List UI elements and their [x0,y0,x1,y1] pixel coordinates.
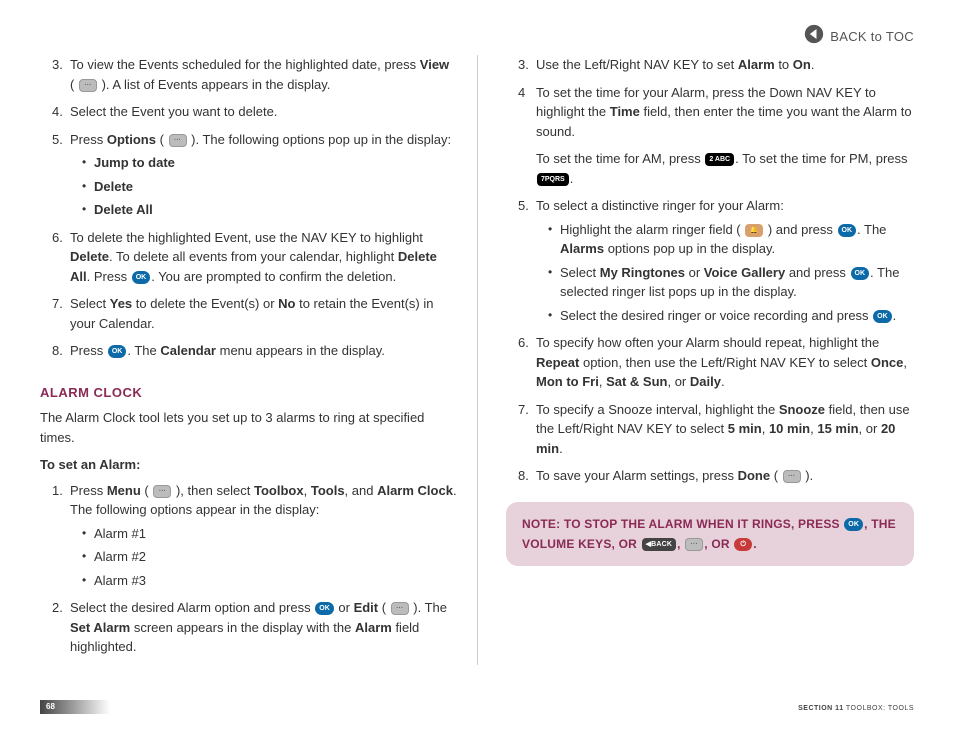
--key-icon: ··· [79,79,97,92]
alarm-steps-cont: 3.Use the Left/Right NAV KEY to set Alar… [506,55,914,486]
back-arrow-icon [804,24,824,50]
list-item: Alarm #3 [84,571,457,591]
--key-icon: ··· [783,470,801,483]
7pqrs-key-icon: 7PQRS [537,173,569,186]
--key-icon: ··· [169,134,187,147]
section-title-alarm-clock: ALARM CLOCK [40,383,457,403]
step: 7.Select Yes to delete the Event(s) or N… [58,294,457,333]
step: 3.To view the Events scheduled for the h… [58,55,457,94]
list-item: Select the desired ringer or voice recor… [550,306,914,326]
ok-key-icon: OK [315,602,334,615]
ok-key-icon: OK [873,310,892,323]
calendar-steps: 3.To view the Events scheduled for the h… [40,55,457,361]
footer-section: SECTION 11 TOOLBOX: TOOLS [798,704,914,715]
2-abc-key-icon: 2 ABC [705,153,734,166]
list-item: Delete [84,177,457,197]
step: 6.To specify how often your Alarm should… [524,333,914,392]
ok-key-icon: OK [844,518,863,531]
-back-key-icon: ◀BACK [642,538,677,551]
list-item: Alarm #1 [84,524,457,544]
step: 4To set the time for your Alarm, press t… [524,83,914,189]
list-item: Select My Ringtones or Voice Gallery and… [550,263,914,302]
left-column: 3.To view the Events scheduled for the h… [40,55,477,665]
step: 5.Press Options ( ··· ). The following o… [58,130,457,220]
step: 6.To delete the highlighted Event, use t… [58,228,457,287]
ok-key-icon: OK [108,345,127,358]
step: 7.To specify a Snooze interval, highligh… [524,400,914,459]
alarm-set-steps: 1.Press Menu ( ··· ), then select Toolbo… [40,481,457,657]
list-item: Jump to date [84,153,457,173]
right-column: 3.Use the Left/Right NAV KEY to set Alar… [477,55,914,665]
back-to-toc-link[interactable]: BACK to TOC [804,24,914,50]
subhead-set-alarm: To set an Alarm: [40,455,457,475]
page-columns: 3.To view the Events scheduled for the h… [0,0,954,665]
list-item: Highlight the alarm ringer field ( 🔔 ) a… [550,220,914,259]
--key-icon: 🔔 [745,224,763,237]
ok-key-icon: OK [851,267,870,280]
page-number: 68 [46,702,55,711]
list-item: Alarm #2 [84,547,457,567]
step: 2.Select the desired Alarm option and pr… [58,598,457,657]
ok-key-icon: OK [132,271,151,284]
--key-icon: ··· [391,602,409,615]
step: 4.Select the Event you want to delete. [58,102,457,122]
--key-icon: ⏻ [734,538,752,551]
note-text: TO STOP THE ALARM WHEN IT RINGS, PRESS O… [522,517,896,551]
step: 1.Press Menu ( ··· ), then select Toolbo… [58,481,457,591]
alarm-clock-intro: The Alarm Clock tool lets you set up to … [40,408,457,447]
--key-icon: ··· [153,485,171,498]
page-number-badge: 68 [40,700,110,714]
step: 3.Use the Left/Right NAV KEY to set Alar… [524,55,914,75]
step: 8.To save your Alarm settings, press Don… [524,466,914,486]
note-box: NOTE: TO STOP THE ALARM WHEN IT RINGS, P… [506,502,914,567]
list-item: Delete All [84,200,457,220]
note-label: NOTE: [522,517,560,531]
--key-icon: ··· [685,538,703,551]
toc-label: BACK to TOC [830,27,914,47]
step: 5.To select a distinctive ringer for you… [524,196,914,325]
ok-key-icon: OK [838,224,857,237]
step: 8.Press OK. The Calendar menu appears in… [58,341,457,361]
